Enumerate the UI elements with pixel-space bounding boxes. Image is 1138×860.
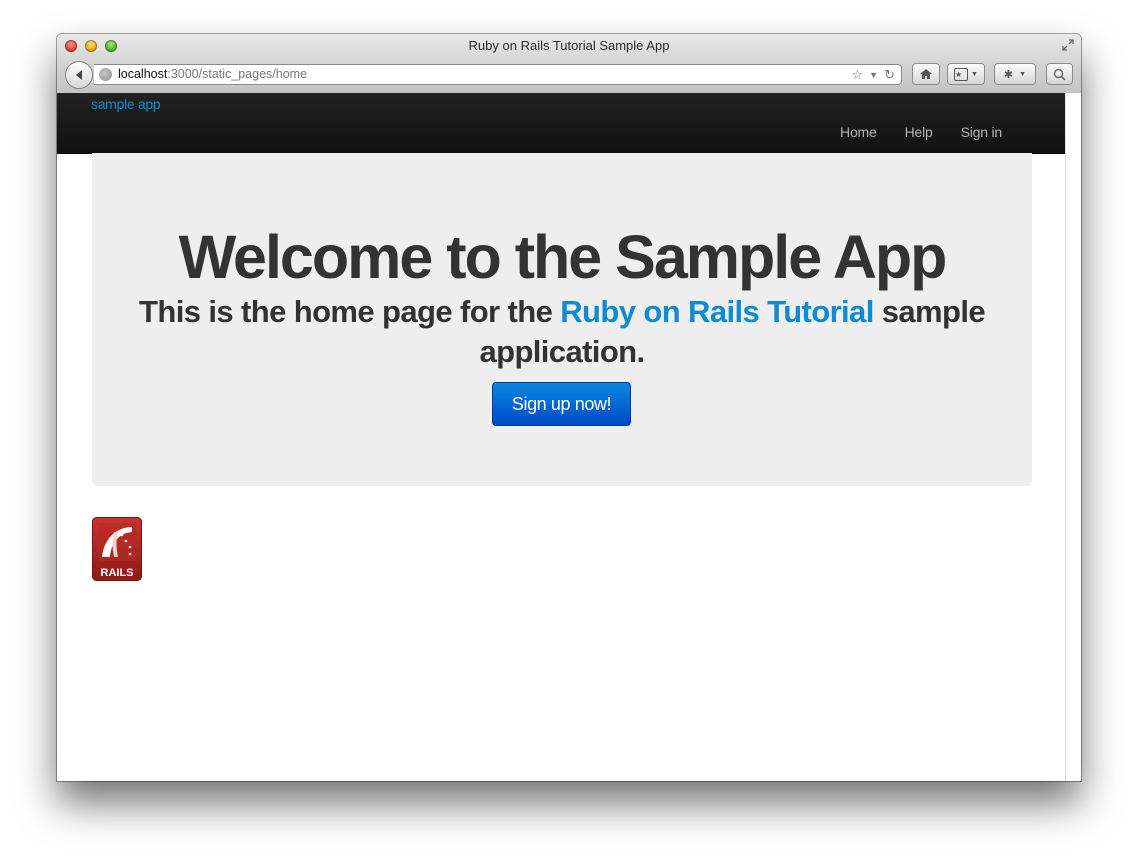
- window-title: Ruby on Rails Tutorial Sample App: [468, 38, 670, 53]
- puzzle-icon: ✱: [1003, 68, 1014, 81]
- browser-toolbar: localhost:3000/static_pages/home ☆ ▼ ↻ ★…: [57, 60, 1081, 92]
- hero-unit: Welcome to the Sample App This is the ho…: [92, 153, 1032, 486]
- reload-icon[interactable]: ↻: [884, 65, 895, 85]
- brand-logo-link[interactable]: sample app: [91, 96, 161, 112]
- address-bar[interactable]: localhost:3000/static_pages/home ☆ ▼ ↻: [94, 64, 902, 85]
- nav-home-link[interactable]: Home: [826, 124, 891, 140]
- nav-help-link[interactable]: Help: [891, 124, 947, 140]
- bookmark-star-icon[interactable]: ☆: [852, 65, 864, 85]
- url-actions: ☆ ▼ ↻: [852, 65, 895, 85]
- rails-tutorial-link[interactable]: Ruby on Rails Tutorial: [560, 294, 874, 329]
- back-arrow-icon: [76, 70, 82, 80]
- search-icon: [1053, 68, 1066, 81]
- subtitle-text-start: This is the home page for the: [139, 294, 561, 329]
- bookmarks-button[interactable]: ★ ▼: [947, 63, 985, 85]
- rails-logo-link[interactable]: RAILS: [92, 517, 142, 581]
- page-subtitle: This is the home page for the Ruby on Ra…: [132, 292, 992, 372]
- page-viewport: sample app Home Help Sign in Welcome to …: [57, 93, 1066, 781]
- top-navbar: sample app Home Help Sign in: [57, 93, 1066, 154]
- browser-window: Ruby on Rails Tutorial Sample App localh…: [57, 34, 1081, 781]
- home-icon: [920, 69, 932, 79]
- rails-logo-icon: RAILS: [92, 517, 142, 581]
- nav-sign-in-link[interactable]: Sign in: [947, 124, 1016, 140]
- globe-icon: [99, 68, 112, 81]
- url-text: localhost:3000/static_pages/home: [118, 65, 307, 84]
- rails-logo-text: RAILS: [101, 567, 134, 579]
- sign-up-button[interactable]: Sign up now!: [492, 382, 631, 426]
- extensions-button[interactable]: ✱ ▼: [994, 63, 1036, 85]
- fullscreen-icon[interactable]: [1061, 39, 1075, 53]
- back-button[interactable]: [65, 61, 93, 89]
- chevron-down-icon: ▼: [971, 70, 978, 78]
- page-heading: Welcome to the Sample App: [178, 223, 948, 291]
- window-titlebar: Ruby on Rails Tutorial Sample App localh…: [57, 34, 1081, 94]
- dropdown-arrow-icon[interactable]: ▼: [869, 65, 878, 85]
- url-host: localhost: [118, 67, 168, 81]
- search-button[interactable]: [1046, 63, 1073, 85]
- bookmarks-icon: ★: [954, 67, 969, 81]
- nav-links: Home Help Sign in: [826, 124, 1016, 140]
- scrollbar-gutter[interactable]: [1065, 93, 1081, 781]
- url-path: :3000/static_pages/home: [167, 67, 308, 81]
- chevron-down-icon: ▼: [1019, 70, 1027, 78]
- home-button[interactable]: [912, 63, 940, 85]
